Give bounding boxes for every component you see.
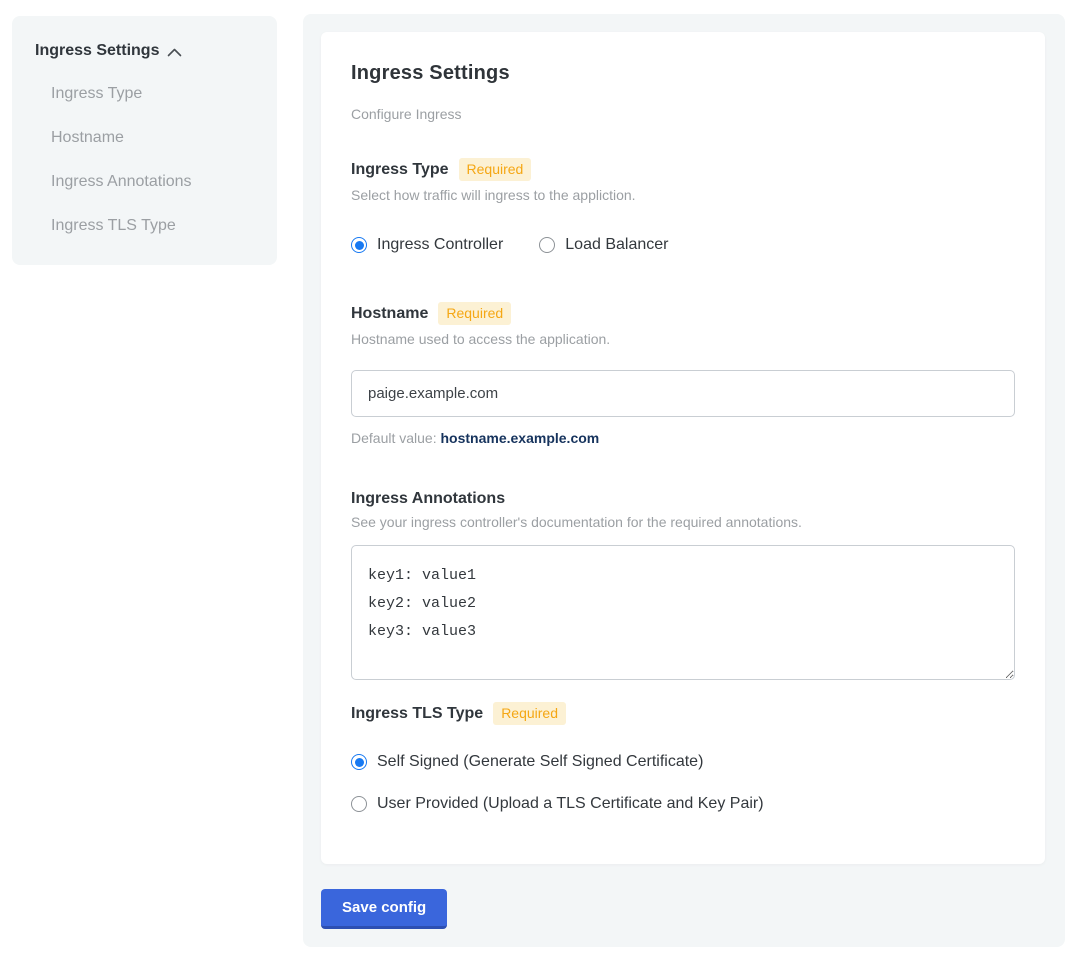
required-badge: Required <box>493 702 566 725</box>
radio-option-user-provided[interactable]: User Provided (Upload a TLS Certificate … <box>351 795 1015 813</box>
section-ingress-annotations: Ingress Annotations See your ingress con… <box>351 490 1015 680</box>
sidebar-group-title: Ingress Settings <box>35 42 159 60</box>
hostname-help: Hostname used to access the application. <box>351 331 1015 347</box>
section-ingress-type: Ingress Type Required Select how traffic… <box>351 158 1015 254</box>
ingress-type-label: Ingress Type <box>351 161 449 179</box>
save-config-button[interactable]: Save config <box>321 889 447 929</box>
default-value-prefix: Default value: <box>351 430 441 446</box>
ingress-type-radio-group: Ingress Controller Load Balancer <box>351 236 1015 254</box>
sidebar-group-ingress-settings[interactable]: Ingress Settings <box>35 42 259 60</box>
sidebar-item-ingress-tls-type[interactable]: Ingress TLS Type <box>51 217 259 235</box>
chevron-up-icon[interactable] <box>167 48 182 57</box>
ingress-annotations-label: Ingress Annotations <box>351 490 505 508</box>
radio-option-ingress-controller[interactable]: Ingress Controller <box>351 236 503 254</box>
hostname-label: Hostname <box>351 305 428 323</box>
required-badge: Required <box>438 302 511 325</box>
section-ingress-tls-type: Ingress TLS Type Required Self Signed (G… <box>351 702 1015 813</box>
radio-label[interactable]: Self Signed (Generate Self Signed Certif… <box>377 753 703 771</box>
hostname-default-line: Default value: hostname.example.com <box>351 430 1015 446</box>
radio-button-checked-icon[interactable] <box>351 754 367 770</box>
page-subtitle: Configure Ingress <box>351 106 1015 122</box>
radio-option-self-signed[interactable]: Self Signed (Generate Self Signed Certif… <box>351 753 1015 771</box>
radio-label[interactable]: User Provided (Upload a TLS Certificate … <box>377 795 764 813</box>
sidebar-item-ingress-annotations[interactable]: Ingress Annotations <box>51 173 259 191</box>
ingress-annotations-textarea[interactable]: key1: value1 key2: value2 key3: value3 <box>351 545 1015 680</box>
config-card: Ingress Settings Configure Ingress Ingre… <box>321 32 1045 864</box>
ingress-tls-type-label: Ingress TLS Type <box>351 705 483 723</box>
radio-label[interactable]: Load Balancer <box>565 236 668 254</box>
default-value-link[interactable]: hostname.example.com <box>441 430 600 446</box>
ingress-annotations-help: See your ingress controller's documentat… <box>351 514 1015 530</box>
config-nav-sidebar: Ingress Settings Ingress Type Hostname I… <box>12 16 277 265</box>
config-panel: Ingress Settings Configure Ingress Ingre… <box>303 14 1065 947</box>
sidebar-item-hostname[interactable]: Hostname <box>51 129 259 147</box>
radio-button-icon[interactable] <box>351 796 367 812</box>
ingress-type-help: Select how traffic will ingress to the a… <box>351 187 1015 203</box>
section-hostname: Hostname Required Hostname used to acces… <box>351 302 1015 446</box>
sidebar-item-list: Ingress Type Hostname Ingress Annotation… <box>51 85 259 235</box>
sidebar-item-ingress-type[interactable]: Ingress Type <box>51 85 259 103</box>
radio-button-checked-icon[interactable] <box>351 237 367 253</box>
ingress-tls-radio-group: Self Signed (Generate Self Signed Certif… <box>351 753 1015 813</box>
page-title: Ingress Settings <box>351 62 1015 85</box>
required-badge: Required <box>459 158 532 181</box>
hostname-input[interactable] <box>351 370 1015 417</box>
radio-option-load-balancer[interactable]: Load Balancer <box>539 236 668 254</box>
radio-button-icon[interactable] <box>539 237 555 253</box>
radio-label[interactable]: Ingress Controller <box>377 236 503 254</box>
